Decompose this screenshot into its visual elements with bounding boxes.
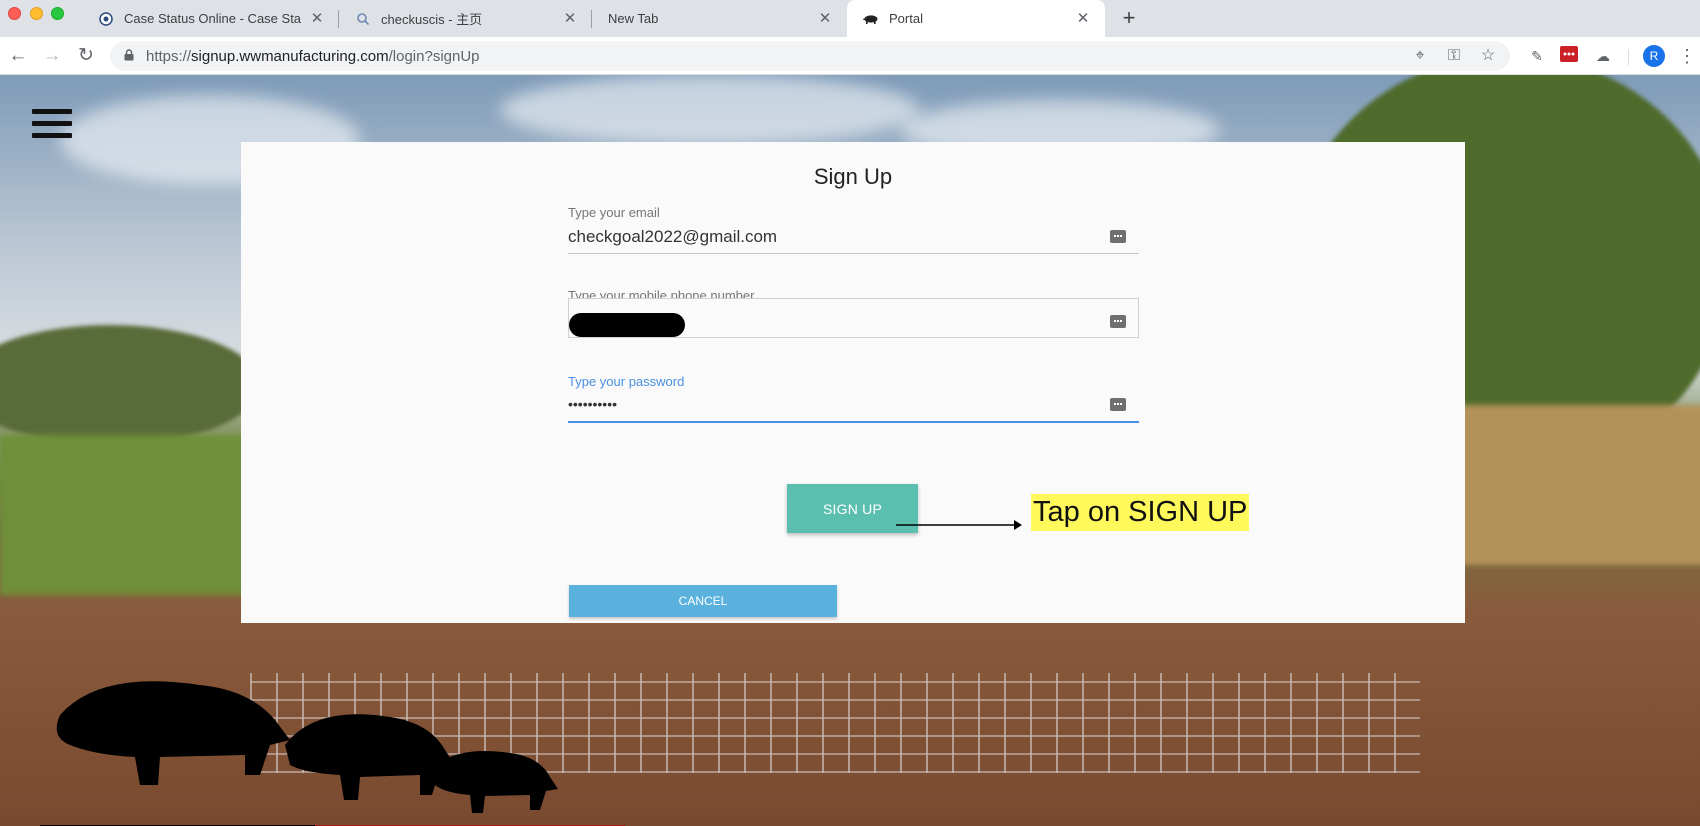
boar-icon xyxy=(863,11,879,27)
tab-close-icon[interactable]: ✕ xyxy=(1075,10,1091,27)
reload-icon[interactable]: ↻ xyxy=(74,44,98,68)
eyedropper-extension-icon[interactable]: ✎ xyxy=(1527,46,1547,66)
email-input[interactable] xyxy=(568,217,1139,257)
lastpass-extension-icon[interactable] xyxy=(1559,46,1579,66)
minimize-window-button[interactable] xyxy=(30,7,43,20)
boar-silhouette-logo xyxy=(40,681,625,826)
tab-close-icon[interactable]: ✕ xyxy=(562,10,578,27)
url-path: /login?signUp xyxy=(388,48,480,65)
background-cloud xyxy=(500,75,920,145)
cancel-button[interactable]: CANCEL xyxy=(569,585,837,617)
tab-strip: Case Status Online - Case Stat ✕ checkus… xyxy=(0,0,1700,37)
tab-title: Case Status Online - Case Stat xyxy=(124,11,301,26)
signup-card: Sign Up Type your email Type your mobile… xyxy=(241,142,1465,623)
page-title: Sign Up xyxy=(813,164,893,189)
phone-input[interactable] xyxy=(699,299,1099,339)
tab-title: Portal xyxy=(889,11,923,26)
password-underline xyxy=(568,421,1139,423)
profile-avatar[interactable]: R xyxy=(1643,45,1665,67)
tab-title: New Tab xyxy=(608,11,659,26)
toolbar-divider xyxy=(1628,49,1629,65)
redaction-mark xyxy=(569,313,685,337)
fullscreen-window-button[interactable] xyxy=(51,7,64,20)
key-icon[interactable]: ⚿ xyxy=(1444,46,1464,66)
browser-toolbar: ← → ↻ https://signup.wwmanufacturing.com… xyxy=(0,37,1700,75)
tab-title: checkuscis - 主页 xyxy=(381,12,483,27)
phone-input-box[interactable] xyxy=(568,298,1139,339)
tab-close-icon[interactable]: ✕ xyxy=(309,10,325,27)
lock-icon xyxy=(124,49,134,61)
seal-icon xyxy=(98,11,114,27)
background-tree xyxy=(0,325,260,445)
annotation-arrow-icon xyxy=(896,520,1022,530)
more-menu-icon[interactable]: ⋮ xyxy=(1678,44,1696,68)
password-input[interactable] xyxy=(568,384,1139,424)
tab-close-icon[interactable]: ✕ xyxy=(817,10,833,27)
page-viewport: Sign Up Type your email Type your mobile… xyxy=(0,75,1700,826)
password-manager-icon[interactable] xyxy=(1110,398,1126,411)
url-scheme: https:// xyxy=(146,48,192,65)
background-grass xyxy=(0,435,260,595)
url-host: signup.wwmanufacturing.com xyxy=(191,48,389,65)
phone-field: Type your mobile phone number xyxy=(568,288,1139,340)
new-tab-button[interactable]: + xyxy=(1116,5,1142,31)
background-grass xyxy=(1450,405,1700,565)
tab-new-tab[interactable]: New Tab ✕ xyxy=(592,0,847,37)
cloud-extension-icon[interactable]: ☁ xyxy=(1593,46,1613,66)
tab-checkuscis[interactable]: checkuscis - 主页 ✕ xyxy=(339,0,592,37)
annotation-callout: Tap on SIGN UP xyxy=(1031,494,1250,531)
location-target-icon[interactable]: ⌖ xyxy=(1410,46,1430,66)
url-text[interactable]: https://signup.wwmanufacturing.com/login… xyxy=(146,48,480,65)
email-field: Type your email xyxy=(568,205,1139,257)
password-manager-icon[interactable] xyxy=(1110,315,1126,328)
tab-portal[interactable]: Portal ✕ xyxy=(847,0,1105,37)
search-icon xyxy=(355,11,371,27)
password-field: Type your password xyxy=(568,374,1139,426)
back-arrow-icon[interactable]: ← xyxy=(6,44,30,68)
hamburger-menu-icon[interactable] xyxy=(32,109,72,139)
email-underline xyxy=(568,253,1139,254)
close-window-button[interactable] xyxy=(8,7,21,20)
bookmark-star-icon[interactable]: ☆ xyxy=(1478,46,1498,66)
password-manager-icon[interactable] xyxy=(1110,230,1126,243)
tab-case-status[interactable]: Case Status Online - Case Stat ✕ xyxy=(82,0,339,37)
address-bar[interactable]: https://signup.wwmanufacturing.com/login… xyxy=(110,41,1510,71)
forward-arrow-icon[interactable]: → xyxy=(40,44,64,68)
